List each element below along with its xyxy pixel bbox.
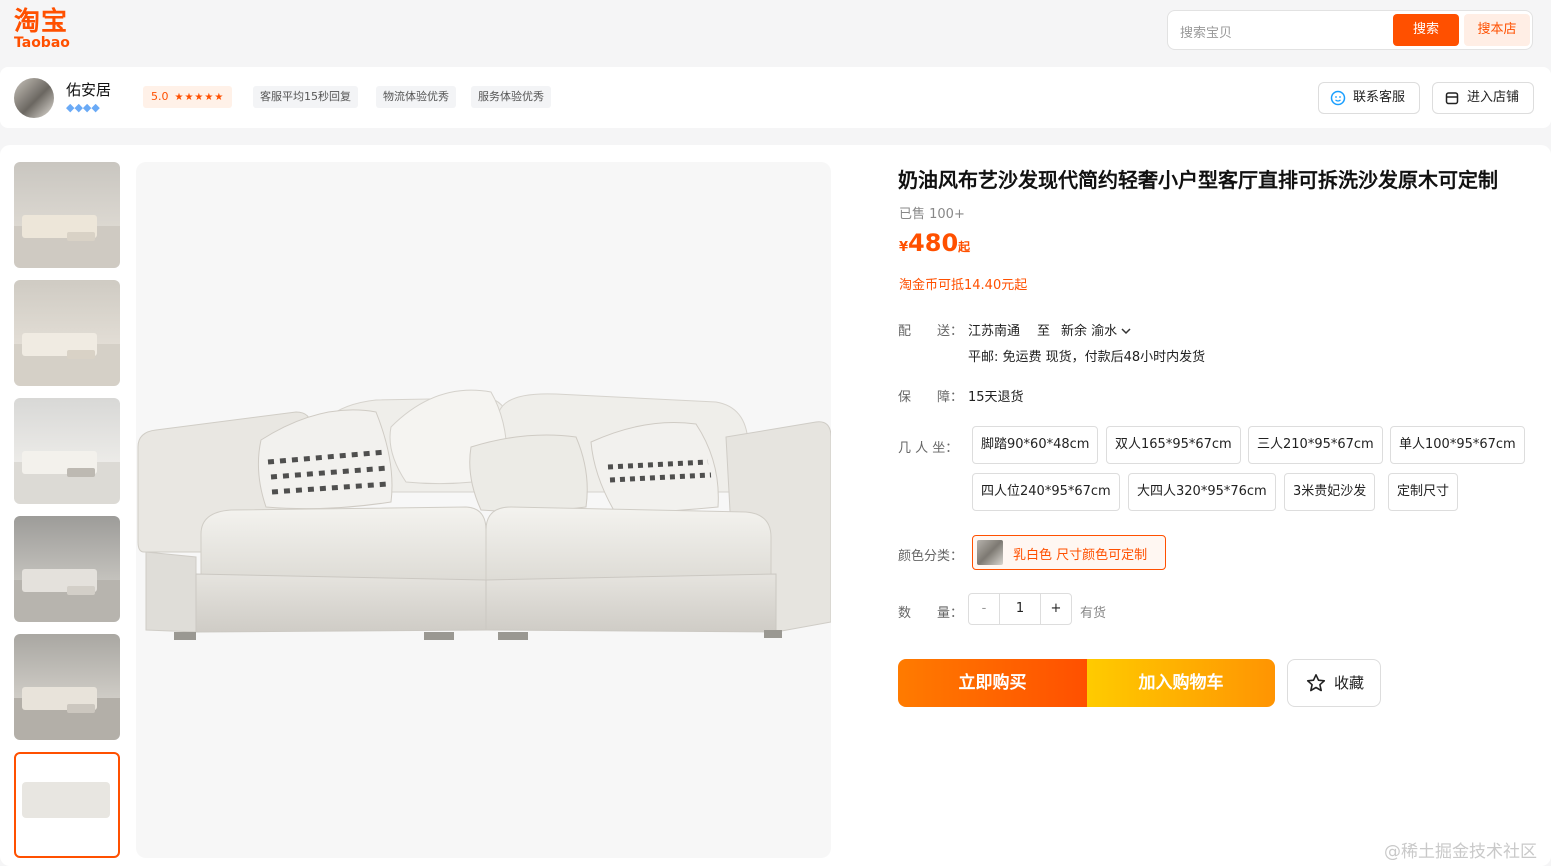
contact-service-label: 联系客服 <box>1353 90 1406 105</box>
rating-stars-icon: ★★★★★ <box>174 92 225 103</box>
rating-value: 5.0 <box>151 90 169 103</box>
quantity-label: 数 量： <box>898 606 964 621</box>
shop-tag-service-reply: 客服平均15秒回复 <box>253 86 358 108</box>
enter-store-label: 进入店铺 <box>1467 90 1520 105</box>
seat-option[interactable]: 单人100*95*67cm <box>1390 426 1525 464</box>
quantity-plus-button[interactable]: + <box>1040 594 1071 624</box>
color-swatch-image <box>977 540 1003 565</box>
seat-option[interactable]: 四人位240*95*67cm <box>972 473 1120 511</box>
shop-name[interactable]: 佑安居 <box>66 79 111 100</box>
price-currency: ¥ <box>899 240 909 255</box>
delivery-to-word: 至 <box>1037 324 1051 339</box>
taobao-logo[interactable]: 淘宝 Taobao <box>14 8 78 52</box>
customer-service-icon <box>1330 90 1346 106</box>
price: ¥480起 <box>899 229 970 257</box>
favorite-button[interactable]: 收藏 <box>1287 659 1381 707</box>
sold-count: 已售 100+ <box>899 207 965 222</box>
buy-now-button[interactable]: 立即购买 <box>898 659 1087 707</box>
delivery-label: 配 送： <box>898 324 964 339</box>
shop-tag-logistics: 物流体验优秀 <box>376 86 456 108</box>
thumbnail-3[interactable] <box>14 398 120 504</box>
search-store-button[interactable]: 搜本店 <box>1464 14 1530 46</box>
seat-option[interactable]: 大四人320*95*76cm <box>1128 473 1276 511</box>
shop-tag-service: 服务体验优秀 <box>471 86 551 108</box>
price-suffix: 起 <box>958 240 971 254</box>
stock-status: 有货 <box>1080 606 1107 621</box>
seat-option[interactable]: 脚踏90*60*48cm <box>972 426 1099 464</box>
product-title: 奶油风布艺沙发现代简约轻奢小户型客厅直排可拆洗沙发原木可定制 <box>898 168 1498 192</box>
thumbnail-5[interactable] <box>14 634 120 740</box>
coin-discount: 淘金币可抵14.40元起 <box>899 278 1028 293</box>
shop-rating-badge: 5.0 ★★★★★ <box>143 86 233 108</box>
seat-option[interactable]: 双人165*95*67cm <box>1106 426 1241 464</box>
shop-bar: 佑安居 ◆◆◆◆ 5.0 ★★★★★ 客服平均15秒回复 物流体验优秀 服务体验优… <box>0 67 1551 128</box>
main-product-image[interactable] <box>136 162 831 858</box>
thumbnail-2[interactable] <box>14 280 120 386</box>
delivery-from: 江苏南通 <box>968 324 1021 339</box>
add-to-cart-button[interactable]: 加入购物车 <box>1087 659 1275 707</box>
product-card: 奶油风布艺沙发现代简约轻奢小户型客厅直排可拆洗沙发原木可定制 已售 100+ ¥… <box>0 145 1551 866</box>
quantity-input[interactable]: 1 <box>1000 594 1040 624</box>
quantity-stepper: - 1 + <box>968 593 1072 625</box>
price-value: 480 <box>908 229 959 257</box>
seat-option[interactable]: 定制尺寸 <box>1388 473 1459 511</box>
color-option-label: 乳白色 尺寸颜色可定制 <box>1013 548 1148 563</box>
star-icon <box>1306 674 1326 692</box>
seat-option[interactable]: 三人210*95*67cm <box>1248 426 1383 464</box>
delivery-detail: 平邮: 免运费 现货，付款后48小时内发货 <box>968 350 1206 365</box>
thumbnail-6-selected[interactable] <box>14 752 120 858</box>
thumbnail-4[interactable] <box>14 516 120 622</box>
logo-cn: 淘宝 <box>14 7 69 37</box>
shop-level-diamond-icon: ◆◆◆◆ <box>66 101 100 114</box>
seat-option[interactable]: 3米贵妃沙发 <box>1284 473 1376 511</box>
guarantee-value: 15天退货 <box>968 390 1024 405</box>
delivery-destination: 新余 渝水 <box>1061 324 1118 339</box>
guarantee-label: 保 障： <box>898 390 964 405</box>
color-label: 颜色分类： <box>898 549 964 564</box>
delivery-destination-select[interactable]: 新余 渝水 <box>1061 320 1131 339</box>
search-input[interactable]: 搜索宝贝 <box>1180 22 1232 41</box>
seat-label: 几 人 坐： <box>898 441 959 456</box>
thumbnail-1[interactable] <box>14 162 120 268</box>
shop-avatar[interactable] <box>14 78 54 118</box>
search-bar: 搜索宝贝 搜索 搜本店 <box>1167 10 1533 50</box>
search-button[interactable]: 搜索 <box>1393 14 1459 46</box>
quantity-minus-button[interactable]: - <box>969 594 1000 624</box>
chevron-down-icon <box>1121 328 1131 335</box>
sofa-image <box>137 389 831 640</box>
enter-store-button[interactable]: 进入店铺 <box>1432 82 1534 114</box>
color-option-selected[interactable]: 乳白色 尺寸颜色可定制 <box>972 535 1166 570</box>
contact-service-button[interactable]: 联系客服 <box>1318 82 1420 114</box>
watermark: @稀土掘金技术社区 <box>1384 842 1537 862</box>
logo-en: Taobao <box>14 35 70 51</box>
store-icon <box>1445 92 1459 105</box>
favorite-label: 收藏 <box>1334 674 1365 692</box>
